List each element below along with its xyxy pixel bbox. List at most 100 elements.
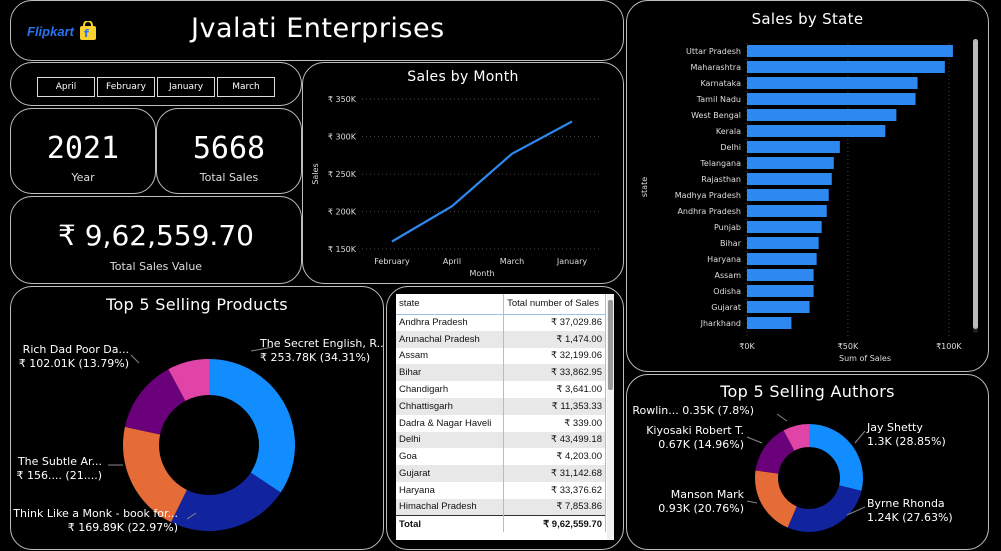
state-bar — [747, 77, 918, 89]
table-cell-sales: ₹ 43,499.18 — [503, 431, 606, 449]
author-value-label: 0.93K (20.76%) — [658, 502, 744, 515]
table-row[interactable]: Chandigarh ₹ 3,641.00 — [396, 381, 606, 398]
table-scrollbar[interactable] — [607, 294, 614, 540]
table-row[interactable]: Delhi ₹ 43,499.18 — [396, 431, 606, 449]
top-authors-title: Top 5 Selling Authors — [720, 382, 895, 401]
product-slice — [209, 359, 295, 493]
top-authors-card: Top 5 Selling Authors Jay Shetty 1.3K (28… — [626, 374, 989, 550]
state-label: Kerala — [716, 127, 741, 136]
product-label: The Subtle Ar... — [17, 455, 102, 468]
top-products-title: Top 5 Selling Products — [106, 295, 288, 314]
table-cell-sales: ₹ 1,474.00 — [503, 330, 606, 348]
table-cell-sales: ₹ 37,029.86 — [503, 314, 606, 331]
table-total-value: ₹ 9,62,559.70 — [503, 515, 606, 533]
flipkart-logo: Flipkart f — [27, 21, 98, 41]
state-bar — [747, 45, 953, 57]
kpi-total-sales-label: Total Sales — [199, 171, 259, 184]
state-label: Uttar Pradesh — [686, 47, 741, 56]
table-row[interactable]: Goa ₹ 4,203.00 — [396, 448, 606, 466]
table-cell-state: Dadra & Nagar Haveli — [396, 414, 505, 432]
table-total-label: Total — [396, 515, 505, 533]
sales-by-state-chart: ₹0K ₹50K ₹100K Sum of Sales state Uttar Prade… — [640, 43, 962, 363]
table-cell-state: Goa — [396, 448, 505, 466]
state-bar — [747, 189, 829, 201]
state-bar — [747, 317, 792, 329]
product-value-label: ₹ 169.89K (22.97%) — [68, 521, 178, 534]
table-cell-sales: ₹ 31,142.68 — [503, 465, 606, 482]
x-tick-label: April — [443, 257, 461, 266]
state-label: Bihar — [720, 239, 742, 248]
author-leader-line — [746, 500, 758, 504]
state-bar — [747, 173, 832, 185]
author-leader-line — [776, 413, 788, 422]
product-value-label: ₹ 156.... (21....) — [16, 469, 102, 482]
table-cell-sales: ₹ 33,376.62 — [503, 481, 606, 499]
kpi-sales-value-card: ₹ 9,62,559.70 Total Sales Value — [10, 196, 302, 284]
table-cell-state: Chandigarh — [396, 381, 505, 398]
table-row[interactable]: Haryana ₹ 33,376.62 — [396, 481, 606, 499]
state-label: Jharkhand — [700, 319, 741, 328]
author-label: Manson Mark — [671, 488, 745, 501]
state-label: Telangana — [699, 159, 741, 168]
y-tick-label: ₹ 150K — [328, 245, 357, 254]
product-value-label: ₹ 253.78K (34.31%) — [260, 351, 370, 364]
top-authors-donut-chart: Jay Shetty1.3K (28.85%) Byrne Rhonda1.24K… — [632, 404, 953, 532]
state-label: Punjab — [714, 223, 741, 232]
column-header-total-sales[interactable]: Total number of Sales — [503, 294, 606, 315]
table-cell-state: Assam — [396, 347, 505, 365]
author-slice — [755, 470, 797, 528]
state-bar — [747, 269, 814, 281]
slicer-item-april[interactable]: April — [37, 77, 95, 97]
table-cell-state: Haryana — [396, 481, 505, 499]
table-row[interactable]: Andhra Pradesh ₹ 37,029.86 — [396, 314, 606, 331]
author-leader-line — [854, 430, 866, 444]
table-scroll-thumb[interactable] — [608, 300, 613, 390]
month-slicer-card: April February January March — [10, 62, 302, 106]
state-label: Assam — [714, 271, 741, 280]
kpi-sales-value-label: Total Sales Value — [109, 260, 203, 273]
state-label: Andhra Pradesh — [677, 207, 741, 216]
y-tick-label: ₹ 250K — [328, 170, 357, 179]
state-label: Odisha — [713, 287, 741, 296]
state-bar — [747, 93, 916, 105]
author-label: Kiyosaki Robert T. — [646, 424, 744, 437]
state-bar — [747, 253, 817, 265]
state-chart-scrollbar[interactable] — [973, 39, 978, 333]
author-value-label: 1.24K (27.63%) — [867, 511, 953, 524]
author-value-label: 0.67K (14.96%) — [658, 438, 744, 451]
y-axis-title: Sales — [311, 163, 320, 184]
slicer-item-february[interactable]: February — [97, 77, 155, 97]
author-label: Byrne Rhonda — [867, 497, 945, 510]
sales-by-month-title: Sales by Month — [407, 69, 519, 85]
x-tick-label: February — [374, 257, 410, 266]
table-cell-state: Arunachal Pradesh — [396, 330, 505, 348]
state-label: West Bengal — [691, 111, 741, 120]
slicer-item-january[interactable]: January — [157, 77, 215, 97]
sales-by-month-card: Sales by Month ₹ 350K ₹ 300K ₹ 250K ₹ 200K ₹… — [302, 62, 624, 284]
table-cell-state: Gujarat — [396, 465, 505, 482]
table-row[interactable]: Bihar ₹ 33,862.95 — [396, 364, 606, 382]
table-row[interactable]: Himachal Pradesh ₹ 7,853.86 — [396, 498, 606, 516]
column-header-state[interactable]: state — [396, 294, 505, 315]
author-slice — [809, 424, 863, 491]
product-value-label: ₹ 102.01K (13.79%) — [19, 357, 129, 370]
table-cell-state: Bihar — [396, 364, 505, 382]
author-label: Jay Shetty — [866, 421, 923, 434]
table-row[interactable]: Dadra & Nagar Haveli ₹ 339.00 — [396, 414, 606, 432]
table-row[interactable]: Arunachal Pradesh ₹ 1,474.00 — [396, 330, 606, 348]
state-bar — [747, 237, 819, 249]
state-bar — [747, 221, 822, 233]
table-cell-sales: ₹ 7,853.86 — [503, 498, 606, 516]
page-title: Jvalati Enterprises — [191, 13, 445, 44]
author-slice — [787, 485, 862, 532]
sales-line-series — [391, 120, 573, 243]
table-row[interactable]: Gujarat ₹ 31,142.68 — [396, 465, 606, 482]
state-bar — [747, 61, 945, 73]
table-row[interactable]: Chhattisgarh ₹ 11,353.33 — [396, 397, 606, 415]
slicer-item-march[interactable]: March — [217, 77, 275, 97]
table-row[interactable]: Assam ₹ 32,199.06 — [396, 347, 606, 365]
table-cell-sales: ₹ 4,203.00 — [503, 448, 606, 466]
state-bar — [747, 285, 814, 297]
state-chart-scroll-thumb[interactable] — [973, 39, 978, 329]
x-axis-title: Sum of Sales — [839, 354, 891, 363]
